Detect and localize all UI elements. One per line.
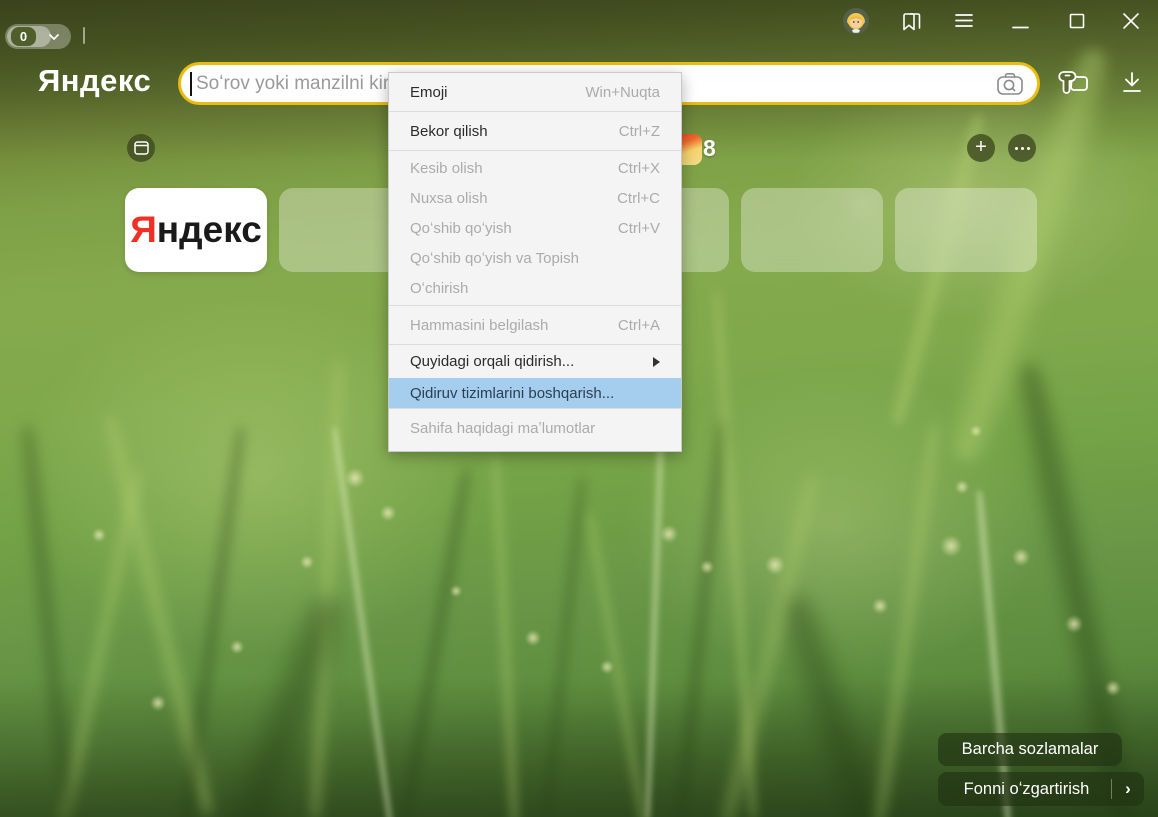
submenu-arrow-icon (653, 357, 660, 367)
change-background-button[interactable]: Fonni oʻzgartirish › (938, 772, 1144, 806)
grass-blade (397, 466, 475, 817)
grass-blade (488, 455, 521, 817)
bokeh-light (450, 585, 462, 597)
toolbar-divider (83, 27, 85, 44)
extensions-icon[interactable] (1057, 67, 1095, 101)
bokeh-light (940, 535, 962, 557)
close-button[interactable] (1122, 12, 1140, 30)
grass-blade (540, 475, 589, 817)
hamburger-menu-icon[interactable] (955, 13, 973, 28)
menu-item-paste: Qoʻshib qoʻyish Ctrl+V (389, 213, 681, 243)
menu-item-paste-and-search: Qoʻshib qoʻyish va Topish (389, 243, 681, 273)
bokeh-light (300, 555, 314, 569)
bokeh-light (92, 528, 106, 542)
menu-item-delete: Oʻchirish (389, 273, 681, 303)
image-search-icon[interactable] (995, 70, 1025, 98)
bokeh-light (1105, 680, 1121, 696)
grass-blade (306, 360, 348, 817)
browser-window: 0 Яндекс (0, 0, 1158, 817)
context-menu: Emoji Win+Nuqta Bekor qilish Ctrl+Z Kesi… (388, 72, 682, 452)
bokeh-light (765, 555, 785, 575)
tableau-board-button[interactable] (127, 134, 155, 162)
minimize-button[interactable] (1012, 26, 1029, 29)
all-settings-button[interactable]: Barcha sozlamalar (938, 733, 1122, 766)
yandex-tile-logo: Яндекс (130, 209, 262, 251)
grass-blade (583, 511, 652, 817)
bokeh-light (525, 630, 541, 646)
menu-item-cut: Kesib olish Ctrl+X (389, 153, 681, 183)
more-options-button[interactable] (1008, 134, 1036, 162)
tile-yandex[interactable]: Яндекс (125, 188, 267, 272)
maximize-button[interactable] (1069, 13, 1085, 29)
bokeh-light (1012, 548, 1030, 566)
text-caret (190, 72, 192, 96)
menu-item-emoji[interactable]: Emoji Win+Nuqta (389, 73, 681, 111)
menu-item-page-info: Sahifa haqidagi maʼlumotlar (389, 409, 681, 447)
bokeh-light (600, 660, 614, 674)
menu-item-copy: Nuxsa olish Ctrl+C (389, 183, 681, 213)
add-tile-button[interactable]: + (967, 134, 995, 162)
bokeh-light (660, 525, 678, 543)
bokeh-light (150, 695, 166, 711)
grass-blade (973, 490, 1015, 817)
bookmarks-icon[interactable] (898, 8, 924, 34)
chevron-right-icon[interactable]: › (1112, 779, 1144, 799)
menu-item-manage-search-engines[interactable]: Qidiruv tizimlarini boshqarish... (389, 378, 681, 408)
tab-counter-button[interactable]: 0 (5, 24, 71, 49)
download-icon[interactable] (1117, 69, 1147, 97)
notification-count: 8 (703, 133, 716, 164)
bokeh-light (700, 560, 714, 574)
bokeh-light (1065, 615, 1083, 633)
bokeh-light (345, 468, 365, 488)
tab-count-badge: 0 (11, 27, 36, 46)
menu-edit-group: Kesib olish Ctrl+X Nuxsa olish Ctrl+C Qo… (389, 151, 681, 305)
bokeh-light (230, 640, 244, 654)
grass-blade (870, 421, 945, 817)
bokeh-light (872, 598, 888, 614)
menu-item-select-all: Hammasini belgilash Ctrl+A (389, 306, 681, 344)
bokeh-light (970, 425, 982, 437)
profile-avatar[interactable] (843, 8, 869, 34)
bokeh-light (380, 505, 396, 521)
yandex-toolbar-logo[interactable]: Яндекс (38, 63, 151, 99)
grass-blade (17, 425, 79, 817)
tile-5[interactable] (741, 188, 883, 272)
menu-item-undo[interactable]: Bekor qilish Ctrl+Z (389, 112, 681, 150)
tile-6[interactable] (895, 188, 1037, 272)
grass-blade (672, 420, 731, 817)
menu-item-search-with[interactable]: Quyidagi orqali qidirish... (389, 345, 681, 378)
ellipsis-icon (1015, 147, 1030, 150)
chevron-down-icon[interactable] (48, 33, 60, 41)
bokeh-light (955, 480, 969, 494)
